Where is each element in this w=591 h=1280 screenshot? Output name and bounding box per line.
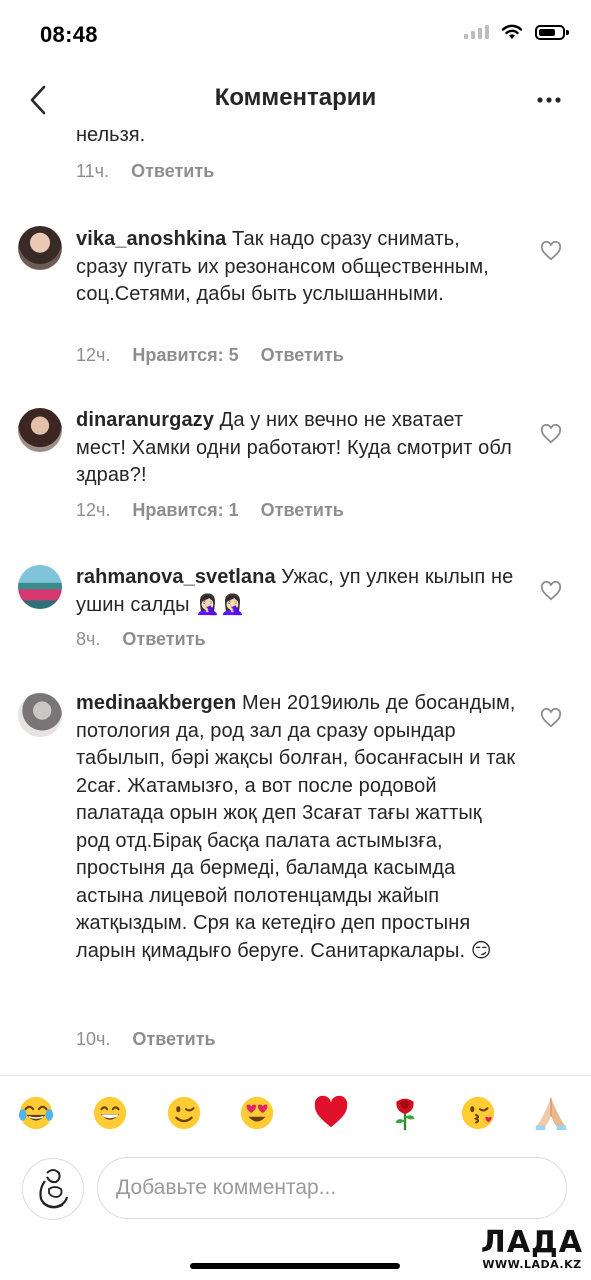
mother-baby-sketch-icon — [39, 1169, 69, 1209]
heart-icon[interactable] — [540, 424, 562, 444]
home-indicator[interactable] — [190, 1263, 400, 1269]
comment-composer — [0, 1151, 591, 1231]
emoji-quick-bar — [0, 1075, 591, 1152]
avatar[interactable] — [18, 693, 62, 737]
comment-username[interactable]: medinaakbergen — [76, 692, 236, 714]
reply-button[interactable]: Ответить — [132, 1029, 215, 1050]
heart-icon[interactable] — [540, 708, 562, 728]
comment-username[interactable]: vika_anoshkina — [76, 228, 226, 250]
header: Комментарии — [0, 70, 591, 130]
lada-watermark: ЛАДА WWW.LADA.KZ — [480, 1225, 583, 1272]
tears-of-joy-emoji-icon[interactable] — [17, 1094, 55, 1132]
partial-comment-meta: 11ч. Ответить — [76, 161, 214, 182]
red-heart-emoji-icon[interactable] — [312, 1094, 350, 1132]
more-icon — [537, 97, 561, 103]
comment-text: Мен 2019июль де босандым, потология да, … — [76, 692, 516, 962]
folded-hands-emoji-icon[interactable] — [532, 1094, 570, 1132]
comment-username[interactable]: rahmanova_svetlana — [76, 566, 276, 588]
heart-icon[interactable] — [540, 581, 562, 601]
comment-time: 12ч. — [76, 500, 111, 520]
status-bar: 08:48 — [0, 0, 591, 70]
winking-emoji-icon[interactable] — [165, 1094, 203, 1132]
reply-button[interactable]: Ответить — [122, 629, 205, 650]
signal-icon — [464, 25, 489, 39]
reply-button[interactable]: Ответить — [261, 345, 344, 366]
reply-button[interactable]: Ответить — [261, 500, 344, 521]
grinning-emoji-icon[interactable] — [91, 1094, 129, 1132]
comment-input[interactable] — [97, 1157, 567, 1219]
more-options-button[interactable] — [527, 80, 571, 120]
likes-count[interactable]: Нравится: 5 — [132, 345, 238, 366]
heart-icon[interactable] — [540, 241, 562, 261]
comments-list[interactable]: нельзя. 11ч. Ответить vika_anoshkina Так… — [0, 0, 591, 1075]
avatar[interactable] — [18, 565, 62, 609]
comment-body: dinaranurgazy Да у них вечно не хватает … — [76, 407, 516, 490]
reply-button[interactable]: Ответить — [131, 161, 214, 182]
comment-time: 10ч. — [76, 1029, 111, 1049]
avatar[interactable] — [18, 226, 62, 270]
comment-username[interactable]: dinaranurgazy — [76, 409, 214, 431]
blowing-kiss-emoji-icon[interactable] — [459, 1094, 497, 1132]
status-time: 08:48 — [40, 22, 98, 47]
comment-meta: 10ч. Ответить — [76, 1029, 216, 1050]
comment-meta: 8ч. Ответить — [76, 629, 206, 650]
comment-time: 8ч. — [76, 629, 101, 649]
wifi-icon — [501, 24, 523, 39]
comment-body: medinaakbergen Мен 2019июль де босандым,… — [76, 690, 516, 965]
avatar — [22, 1158, 84, 1220]
likes-count[interactable]: Нравится: 1 — [132, 500, 238, 521]
avatar[interactable] — [18, 408, 62, 452]
status-icons — [464, 24, 569, 40]
comment-meta: 12ч. Нравится: 5 Ответить — [76, 345, 344, 366]
battery-icon — [535, 24, 569, 40]
watermark-logo: ЛАДА — [480, 1225, 583, 1260]
heart-eyes-emoji-icon[interactable] — [238, 1094, 276, 1132]
rose-emoji-icon[interactable] — [386, 1094, 424, 1132]
comment-time: 11ч. — [76, 161, 110, 181]
comment-body: rahmanova_svetlana Ужас, уп улкен кылып … — [76, 564, 516, 619]
comment-time: 12ч. — [76, 345, 111, 365]
comment-meta: 12ч. Нравится: 1 Ответить — [76, 500, 344, 521]
watermark-url: WWW.LADA.KZ — [482, 1258, 582, 1271]
page-title: Комментарии — [214, 84, 377, 111]
comment-body: vika_anoshkina Так надо сразу снимать, с… — [76, 226, 516, 309]
